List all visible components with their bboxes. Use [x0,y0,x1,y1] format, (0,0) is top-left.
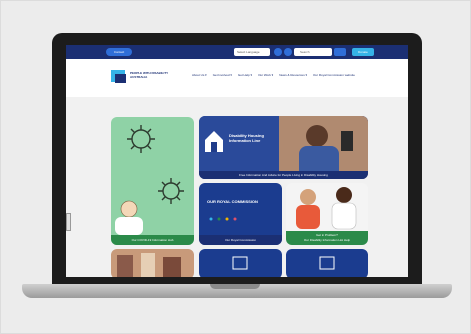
search-button[interactable] [334,48,346,56]
nav-item-news[interactable]: News & Resources ▾ [279,73,307,77]
text-size-icon[interactable] [284,48,292,56]
accessibility-icon[interactable] [274,48,282,56]
help-caption: Get in Problem? Our Disability Informati… [286,231,368,245]
tile-icon [319,256,335,270]
language-select[interactable]: Select Language [234,48,270,56]
tile-icon [232,256,248,270]
housing-banner-image [199,116,368,179]
nav-item-get-help[interactable]: Get Help ▾ [238,73,252,77]
virus-icon [115,125,184,235]
bottom-tile-blue-2[interactable] [286,249,368,277]
donate-button[interactable]: Donate [352,48,374,56]
people-photo [117,253,181,277]
nav-item-royal-commission[interactable]: Our Royal Commission website [313,73,355,77]
laptop-screen: Contact Select Language Search Donate PE… [66,45,408,277]
housing-title: Disability Housing Information Line [229,133,264,143]
main-nav: About Us ▾ Get Involved ▾ Get Help ▾ Our… [192,73,355,77]
royal-caption: Our Royal Commission [199,235,282,245]
contact-button[interactable]: Contact [106,48,132,56]
search-input[interactable]: Search [294,48,332,56]
site-top-bar: Contact Select Language Search Donate [66,45,408,59]
site-logo-icon[interactable] [110,67,128,85]
bottom-tile-photo[interactable] [111,249,194,277]
royal-commission-tile[interactable]: OUR ROYAL COMMISSION Our Royal Commissio… [199,183,282,245]
nav-item-our-work[interactable]: Our Work ▾ [258,73,273,77]
side-feedback-tab[interactable] [66,213,71,231]
help-caption-subtitle: Our Disability Information Hot Help [303,238,351,242]
covid-caption: Our COVID-19 Information Hub [111,235,194,245]
laptop-notch [210,284,260,289]
bottom-tile-blue-1[interactable] [199,249,282,277]
covid-tile[interactable]: Our COVID-19 Information Hub [111,117,194,245]
tile-grid: Our COVID-19 Information Hub Disability … [66,97,408,277]
housing-caption: Free Information And Advice for People L… [199,171,368,179]
nav-item-about[interactable]: About Us ▾ [192,73,207,77]
housing-info-tile[interactable]: Disability Housing Information Line Free… [199,116,368,179]
nav-item-get-involved[interactable]: Get Involved ▾ [213,73,232,77]
help-tile[interactable]: Get in Problem? Our Disability Informati… [286,183,368,245]
site-logo-text[interactable]: PEOPLE WITH DISABILITY AUSTRALIA [130,71,170,79]
